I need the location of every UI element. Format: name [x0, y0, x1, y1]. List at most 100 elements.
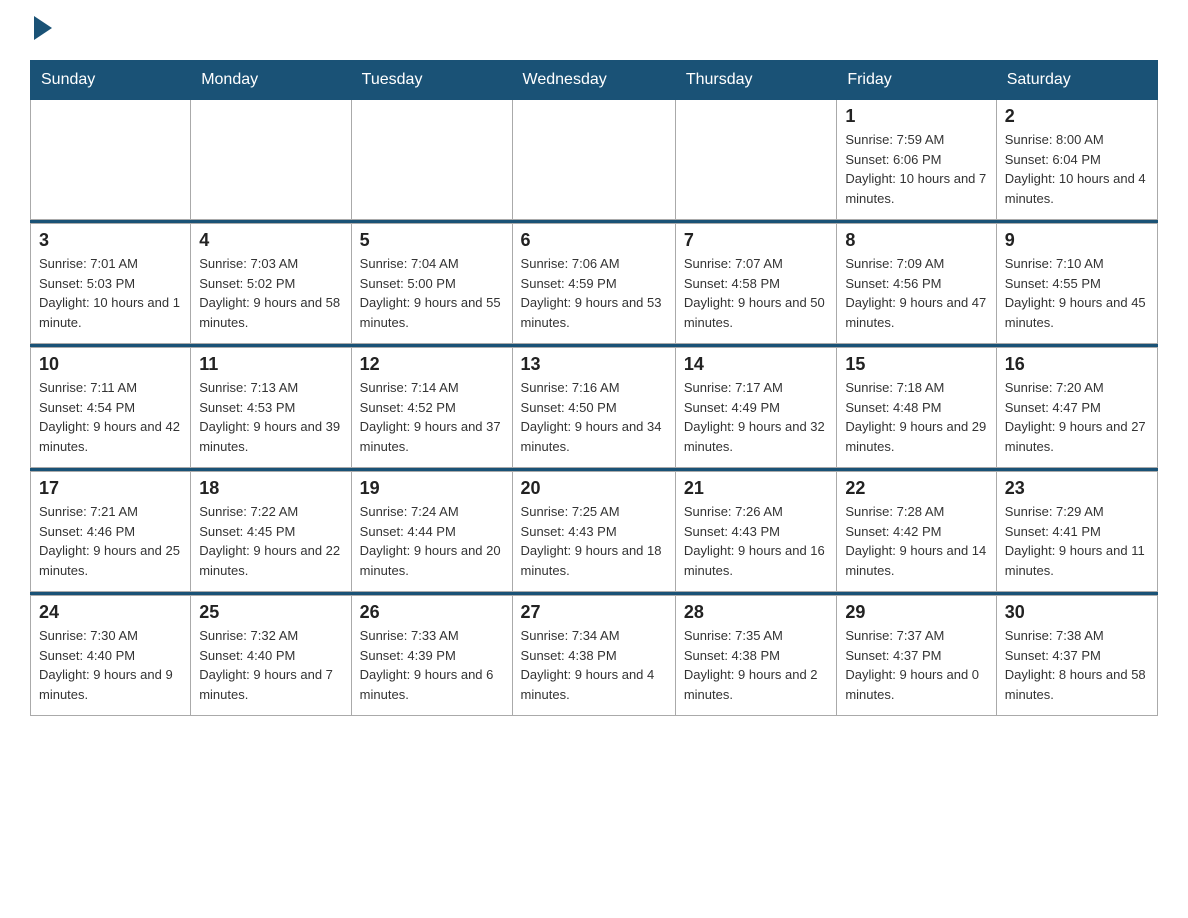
day-info: Sunrise: 7:18 AMSunset: 4:48 PMDaylight:… — [845, 378, 987, 456]
day-number: 8 — [845, 230, 987, 251]
day-number: 6 — [521, 230, 667, 251]
calendar-cell: 25 Sunrise: 7:32 AMSunset: 4:40 PMDayligh… — [191, 596, 351, 716]
calendar-cell: 10 Sunrise: 7:11 AMSunset: 4:54 PMDayligh… — [31, 348, 191, 468]
calendar-cell — [351, 100, 512, 220]
day-info: Sunrise: 7:25 AMSunset: 4:43 PMDaylight:… — [521, 502, 667, 580]
calendar-cell: 28 Sunrise: 7:35 AMSunset: 4:38 PMDayligh… — [675, 596, 836, 716]
calendar-cell: 26 Sunrise: 7:33 AMSunset: 4:39 PMDayligh… — [351, 596, 512, 716]
day-info: Sunrise: 7:10 AMSunset: 4:55 PMDaylight:… — [1005, 254, 1149, 332]
calendar-cell: 7 Sunrise: 7:07 AMSunset: 4:58 PMDaylight… — [675, 224, 836, 344]
column-header-friday: Friday — [837, 61, 996, 100]
week-row-0: 1 Sunrise: 7:59 AMSunset: 6:06 PMDaylight… — [31, 100, 1158, 220]
day-info: Sunrise: 7:14 AMSunset: 4:52 PMDaylight:… — [360, 378, 504, 456]
day-number: 13 — [521, 354, 667, 375]
logo-arrow-icon — [34, 16, 52, 40]
day-info: Sunrise: 7:32 AMSunset: 4:40 PMDaylight:… — [199, 626, 342, 704]
week-row-1: 3 Sunrise: 7:01 AMSunset: 5:03 PMDaylight… — [31, 224, 1158, 344]
day-number: 22 — [845, 478, 987, 499]
page-header — [30, 20, 1158, 40]
day-info: Sunrise: 7:07 AMSunset: 4:58 PMDaylight:… — [684, 254, 828, 332]
calendar-cell: 13 Sunrise: 7:16 AMSunset: 4:50 PMDayligh… — [512, 348, 675, 468]
calendar-cell: 24 Sunrise: 7:30 AMSunset: 4:40 PMDayligh… — [31, 596, 191, 716]
day-info: Sunrise: 7:16 AMSunset: 4:50 PMDaylight:… — [521, 378, 667, 456]
day-info: Sunrise: 7:09 AMSunset: 4:56 PMDaylight:… — [845, 254, 987, 332]
day-number: 3 — [39, 230, 182, 251]
calendar-cell: 2 Sunrise: 8:00 AMSunset: 6:04 PMDaylight… — [996, 100, 1157, 220]
column-header-monday: Monday — [191, 61, 351, 100]
day-number: 19 — [360, 478, 504, 499]
day-number: 2 — [1005, 106, 1149, 127]
day-info: Sunrise: 7:26 AMSunset: 4:43 PMDaylight:… — [684, 502, 828, 580]
calendar-cell: 1 Sunrise: 7:59 AMSunset: 6:06 PMDaylight… — [837, 100, 996, 220]
day-number: 30 — [1005, 602, 1149, 623]
day-number: 27 — [521, 602, 667, 623]
day-number: 21 — [684, 478, 828, 499]
day-number: 26 — [360, 602, 504, 623]
day-info: Sunrise: 7:38 AMSunset: 4:37 PMDaylight:… — [1005, 626, 1149, 704]
calendar-cell: 8 Sunrise: 7:09 AMSunset: 4:56 PMDaylight… — [837, 224, 996, 344]
week-row-3: 17 Sunrise: 7:21 AMSunset: 4:46 PMDayligh… — [31, 472, 1158, 592]
day-info: Sunrise: 7:33 AMSunset: 4:39 PMDaylight:… — [360, 626, 504, 704]
calendar-cell: 17 Sunrise: 7:21 AMSunset: 4:46 PMDayligh… — [31, 472, 191, 592]
calendar-cell: 4 Sunrise: 7:03 AMSunset: 5:02 PMDaylight… — [191, 224, 351, 344]
day-number: 4 — [199, 230, 342, 251]
calendar-cell: 30 Sunrise: 7:38 AMSunset: 4:37 PMDayligh… — [996, 596, 1157, 716]
day-number: 17 — [39, 478, 182, 499]
calendar-cell: 22 Sunrise: 7:28 AMSunset: 4:42 PMDayligh… — [837, 472, 996, 592]
calendar-cell: 14 Sunrise: 7:17 AMSunset: 4:49 PMDayligh… — [675, 348, 836, 468]
day-info: Sunrise: 7:01 AMSunset: 5:03 PMDaylight:… — [39, 254, 182, 332]
day-number: 28 — [684, 602, 828, 623]
calendar-cell: 23Sunrise: 7:29 AMSunset: 4:41 PMDayligh… — [996, 472, 1157, 592]
calendar-cell — [675, 100, 836, 220]
day-info: Sunrise: 7:30 AMSunset: 4:40 PMDaylight:… — [39, 626, 182, 704]
day-number: 24 — [39, 602, 182, 623]
calendar-cell — [31, 100, 191, 220]
day-info: Sunrise: 7:28 AMSunset: 4:42 PMDaylight:… — [845, 502, 987, 580]
day-number: 15 — [845, 354, 987, 375]
calendar-cell: 11 Sunrise: 7:13 AMSunset: 4:53 PMDayligh… — [191, 348, 351, 468]
day-number: 12 — [360, 354, 504, 375]
column-header-tuesday: Tuesday — [351, 61, 512, 100]
day-number: 10 — [39, 354, 182, 375]
day-info: Sunrise: 7:11 AMSunset: 4:54 PMDaylight:… — [39, 378, 182, 456]
day-info: Sunrise: 7:17 AMSunset: 4:49 PMDaylight:… — [684, 378, 828, 456]
day-info: Sunrise: 7:35 AMSunset: 4:38 PMDaylight:… — [684, 626, 828, 704]
column-header-wednesday: Wednesday — [512, 61, 675, 100]
calendar-cell — [191, 100, 351, 220]
day-info: Sunrise: 7:03 AMSunset: 5:02 PMDaylight:… — [199, 254, 342, 332]
calendar-cell: 18 Sunrise: 7:22 AMSunset: 4:45 PMDayligh… — [191, 472, 351, 592]
day-info: Sunrise: 7:21 AMSunset: 4:46 PMDaylight:… — [39, 502, 182, 580]
calendar-cell — [512, 100, 675, 220]
day-number: 14 — [684, 354, 828, 375]
day-info: Sunrise: 7:20 AMSunset: 4:47 PMDaylight:… — [1005, 378, 1149, 456]
day-info: Sunrise: 7:59 AMSunset: 6:06 PMDaylight:… — [845, 130, 987, 208]
day-number: 5 — [360, 230, 504, 251]
day-info: Sunrise: 7:13 AMSunset: 4:53 PMDaylight:… — [199, 378, 342, 456]
day-number: 25 — [199, 602, 342, 623]
day-number: 23 — [1005, 478, 1149, 499]
day-number: 29 — [845, 602, 987, 623]
day-info: Sunrise: 7:22 AMSunset: 4:45 PMDaylight:… — [199, 502, 342, 580]
calendar-cell: 9 Sunrise: 7:10 AMSunset: 4:55 PMDaylight… — [996, 224, 1157, 344]
calendar-cell: 12 Sunrise: 7:14 AMSunset: 4:52 PMDayligh… — [351, 348, 512, 468]
calendar-cell: 16 Sunrise: 7:20 AMSunset: 4:47 PMDayligh… — [996, 348, 1157, 468]
day-number: 11 — [199, 354, 342, 375]
day-number: 16 — [1005, 354, 1149, 375]
day-info: Sunrise: 7:06 AMSunset: 4:59 PMDaylight:… — [521, 254, 667, 332]
column-header-sunday: Sunday — [31, 61, 191, 100]
calendar-cell: 6 Sunrise: 7:06 AMSunset: 4:59 PMDaylight… — [512, 224, 675, 344]
calendar-cell: 20Sunrise: 7:25 AMSunset: 4:43 PMDayligh… — [512, 472, 675, 592]
day-number: 1 — [845, 106, 987, 127]
week-row-4: 24 Sunrise: 7:30 AMSunset: 4:40 PMDayligh… — [31, 596, 1158, 716]
calendar-cell: 27Sunrise: 7:34 AMSunset: 4:38 PMDayligh… — [512, 596, 675, 716]
calendar-cell: 21 Sunrise: 7:26 AMSunset: 4:43 PMDayligh… — [675, 472, 836, 592]
day-info: Sunrise: 8:00 AMSunset: 6:04 PMDaylight:… — [1005, 130, 1149, 208]
logo — [30, 20, 58, 40]
day-number: 18 — [199, 478, 342, 499]
column-header-saturday: Saturday — [996, 61, 1157, 100]
calendar-cell: 3 Sunrise: 7:01 AMSunset: 5:03 PMDaylight… — [31, 224, 191, 344]
day-number: 7 — [684, 230, 828, 251]
day-number: 9 — [1005, 230, 1149, 251]
week-row-2: 10 Sunrise: 7:11 AMSunset: 4:54 PMDayligh… — [31, 348, 1158, 468]
calendar-cell: 29Sunrise: 7:37 AMSunset: 4:37 PMDayligh… — [837, 596, 996, 716]
